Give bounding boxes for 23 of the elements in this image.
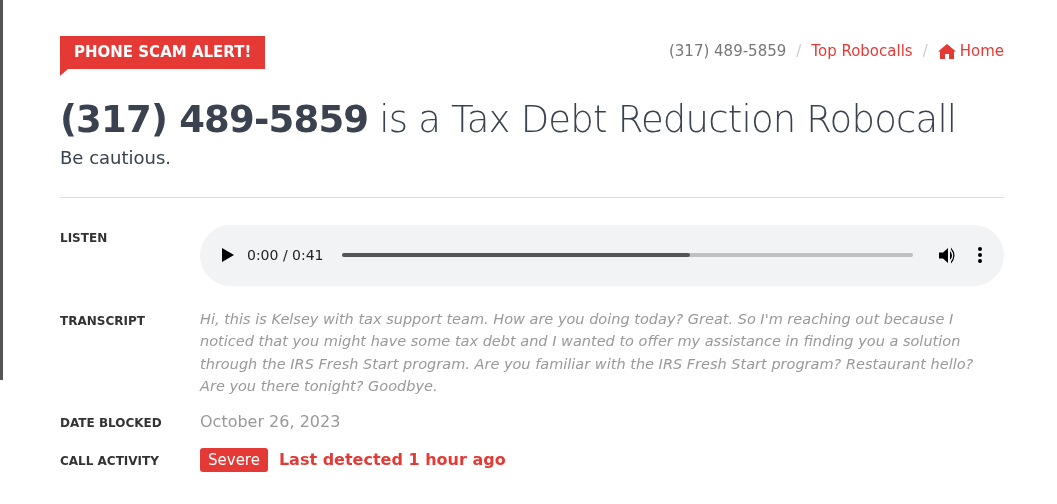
breadcrumb-current: (317) 489-5859: [668, 41, 787, 62]
breadcrumb-separator: /: [796, 41, 802, 62]
detail-label: TRANSCRIPT: [60, 312, 146, 330]
detail-label: LISTEN: [60, 229, 109, 247]
badge-tail: [60, 68, 68, 76]
breadcrumb-link[interactable]: Top Robocalls: [811, 40, 913, 63]
more-options-icon[interactable]: [978, 247, 982, 263]
subheading: Be cautious.: [60, 145, 173, 170]
volume-icon[interactable]: [939, 246, 957, 264]
last-detected-text: Last detected 1 hour ago: [278, 448, 506, 471]
page-heading: (317) 489-5859 is a Tax Debt Reduction Robocall: [60, 96, 957, 143]
play-icon[interactable]: [222, 248, 234, 262]
home-link[interactable]: Home: [937, 40, 1004, 63]
breadcrumb-separator: /: [922, 41, 928, 62]
audio-player[interactable]: 0:00 / 0:41: [200, 224, 1004, 286]
severity-badge: Severe: [200, 447, 268, 472]
date-value: October 26, 2023: [200, 410, 342, 433]
transcript-text: Hi, this is Kelsey with tax support team. How are you doing today? Great. So I'm reaching out because I noticed that you might have some tax debt and I wanted to offer my assistance in finding you a solution through the IRS Fresh Start program. Are you familiar with the IRS Fresh Start program? Restaurant hello? Are you there tonight? Goodbye.: [200, 309, 975, 396]
detail-label: CALL ACTIVITY: [60, 452, 160, 470]
playback-time: 0:00 / 0:41: [247, 245, 324, 265]
home-icon: [937, 43, 956, 59]
detail-label: DATE BLOCKED: [60, 414, 163, 432]
alert-badge: PHONE SCAM ALERT!: [60, 36, 266, 69]
